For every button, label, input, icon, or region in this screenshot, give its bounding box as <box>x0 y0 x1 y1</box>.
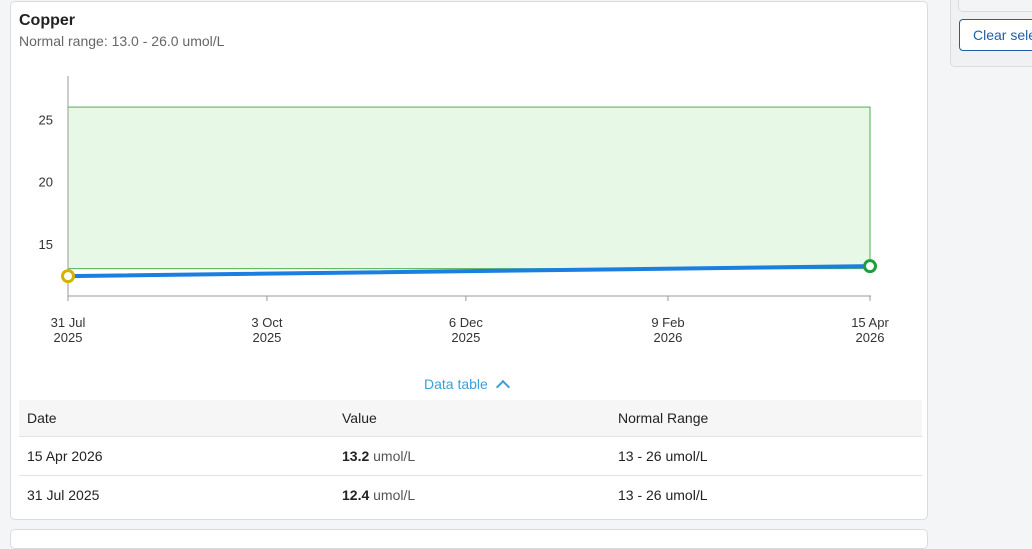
results-chart: 15 20 25 31 Jul 2025 3 Oct 2025 6 Dec 2025 9 Feb… <box>39 76 889 345</box>
clear-selection-button[interactable]: Clear sele <box>959 19 1032 51</box>
table-row: 15 Apr 2026 13.2 umol/L 13 - 26 umol/L <box>19 436 922 476</box>
y-tick-label: 20 <box>39 175 53 190</box>
row-value-unit: umol/L <box>373 448 416 464</box>
result-card: Copper Normal range: 13.0 - 26.0 umol/L … <box>10 1 928 520</box>
row-value-number: 13.2 <box>342 448 370 464</box>
data-table-toggle-label: Data table <box>424 376 488 392</box>
header-normal-range: Normal Range <box>610 400 922 437</box>
data-table: Date Value Normal Range 15 Apr 2026 13.2… <box>19 400 922 514</box>
x-tick-label: 31 Jul 2025 <box>51 315 86 345</box>
y-tick-label: 25 <box>39 113 53 128</box>
row-normal-range: 13 - 26 umol/L <box>610 436 922 476</box>
header-date: Date <box>19 400 334 437</box>
row-date: 31 Jul 2025 <box>19 475 334 514</box>
normal-range-band <box>67 106 871 270</box>
header-value: Value <box>334 400 610 437</box>
x-tick-label: 6 Dec 2025 <box>449 315 483 345</box>
chevron-up-icon <box>495 379 510 394</box>
row-value: 13.2 umol/L <box>334 436 610 476</box>
table-row: 31 Jul 2025 12.4 umol/L 13 - 26 umol/L <box>19 475 922 514</box>
data-point <box>863 259 877 274</box>
data-table-toggle[interactable]: Data table <box>424 376 510 394</box>
x-tick-label: 3 Oct 2025 <box>251 315 282 345</box>
data-point <box>61 269 75 284</box>
filter-panel-field <box>958 0 1032 12</box>
x-tick-label: 15 Apr 2026 <box>851 315 889 345</box>
x-tick-label: 9 Feb 2026 <box>651 315 684 345</box>
y-tick-label: 15 <box>39 237 53 252</box>
next-result-card <box>10 529 928 549</box>
row-value-number: 12.4 <box>342 487 370 503</box>
row-date: 15 Apr 2026 <box>19 436 334 476</box>
row-value-unit: umol/L <box>373 487 416 503</box>
row-value: 12.4 umol/L <box>334 475 610 514</box>
table-header-row: Date Value Normal Range <box>19 400 922 437</box>
row-normal-range: 13 - 26 umol/L <box>610 475 922 514</box>
